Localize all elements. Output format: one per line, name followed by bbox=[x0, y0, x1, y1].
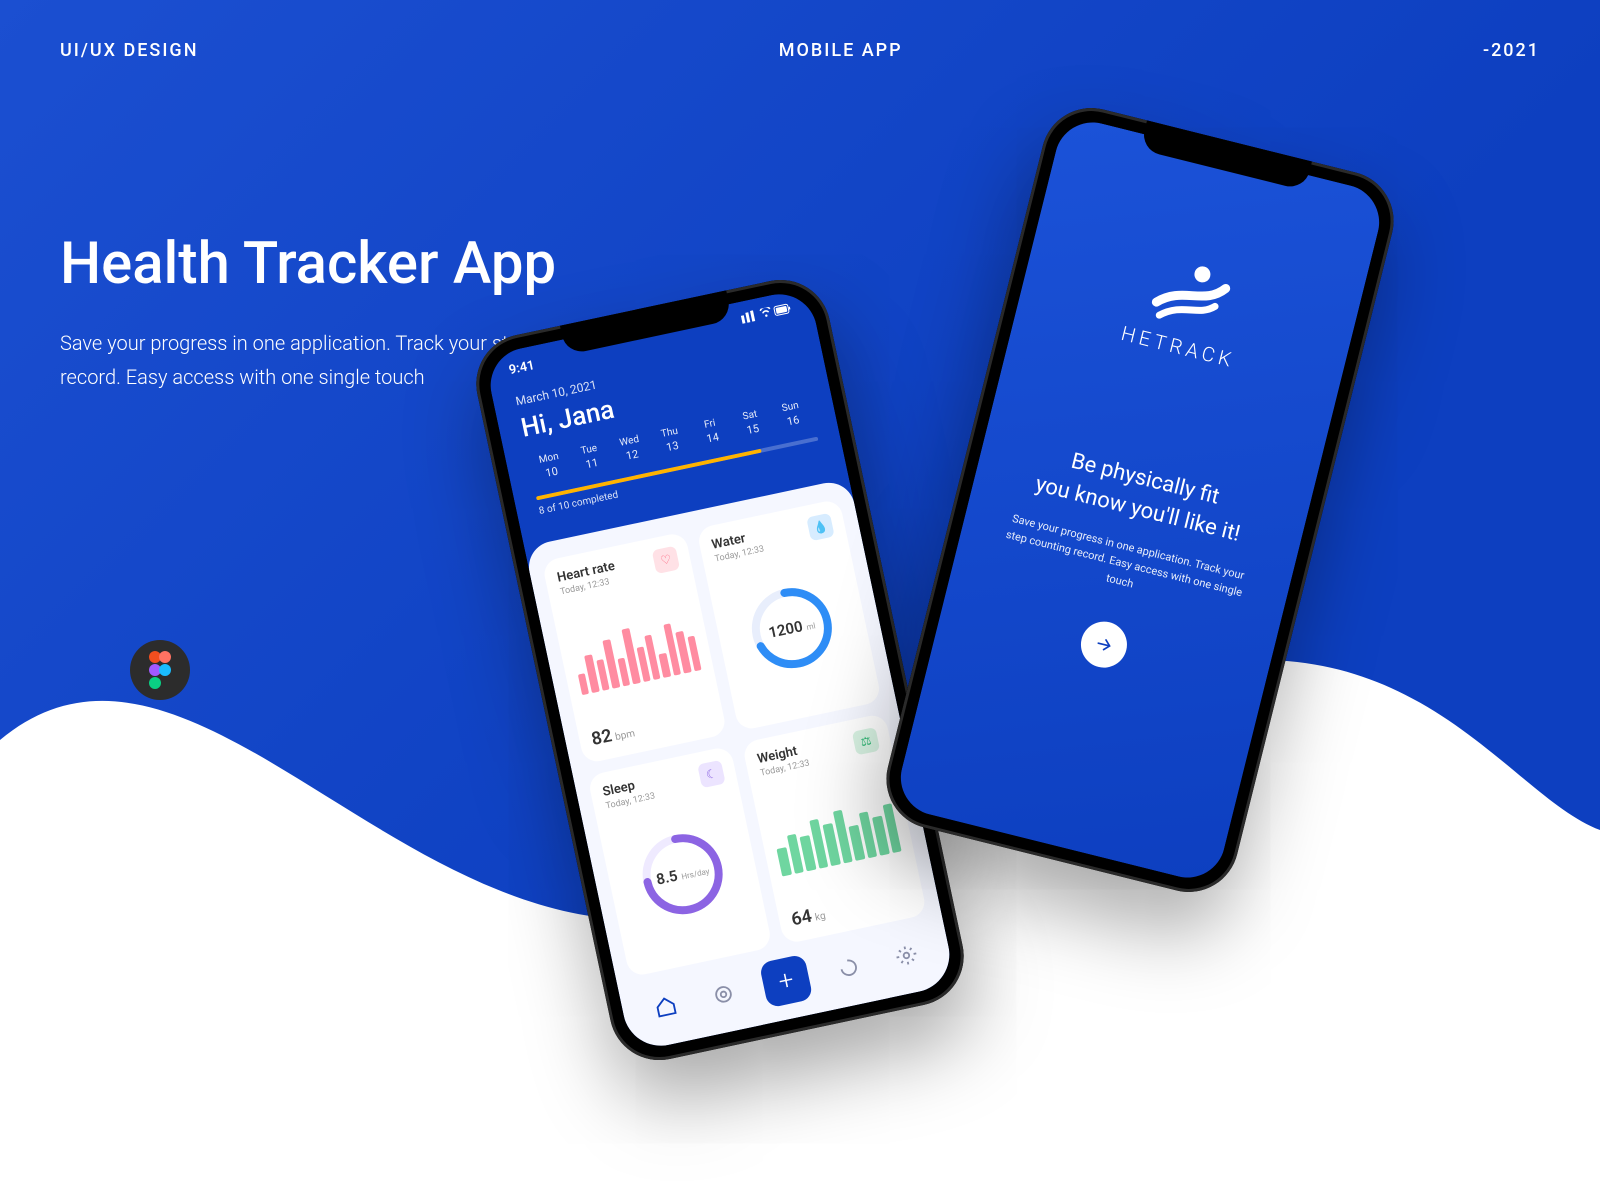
header-left: UI/UX DESIGN bbox=[60, 40, 198, 61]
hero-title: Health Tracker App bbox=[60, 230, 620, 298]
hero-section: Health Tracker App Save your progress in… bbox=[60, 230, 620, 394]
figma-icon bbox=[130, 640, 190, 700]
hero-subtitle: Save your progress in one application. T… bbox=[60, 326, 620, 394]
page-header: UI/UX DESIGN MOBILE APP -2021 bbox=[0, 40, 1600, 61]
header-right: -2021 bbox=[1483, 40, 1540, 61]
header-center: MOBILE APP bbox=[779, 40, 903, 61]
wave-shape bbox=[0, 500, 1600, 1200]
